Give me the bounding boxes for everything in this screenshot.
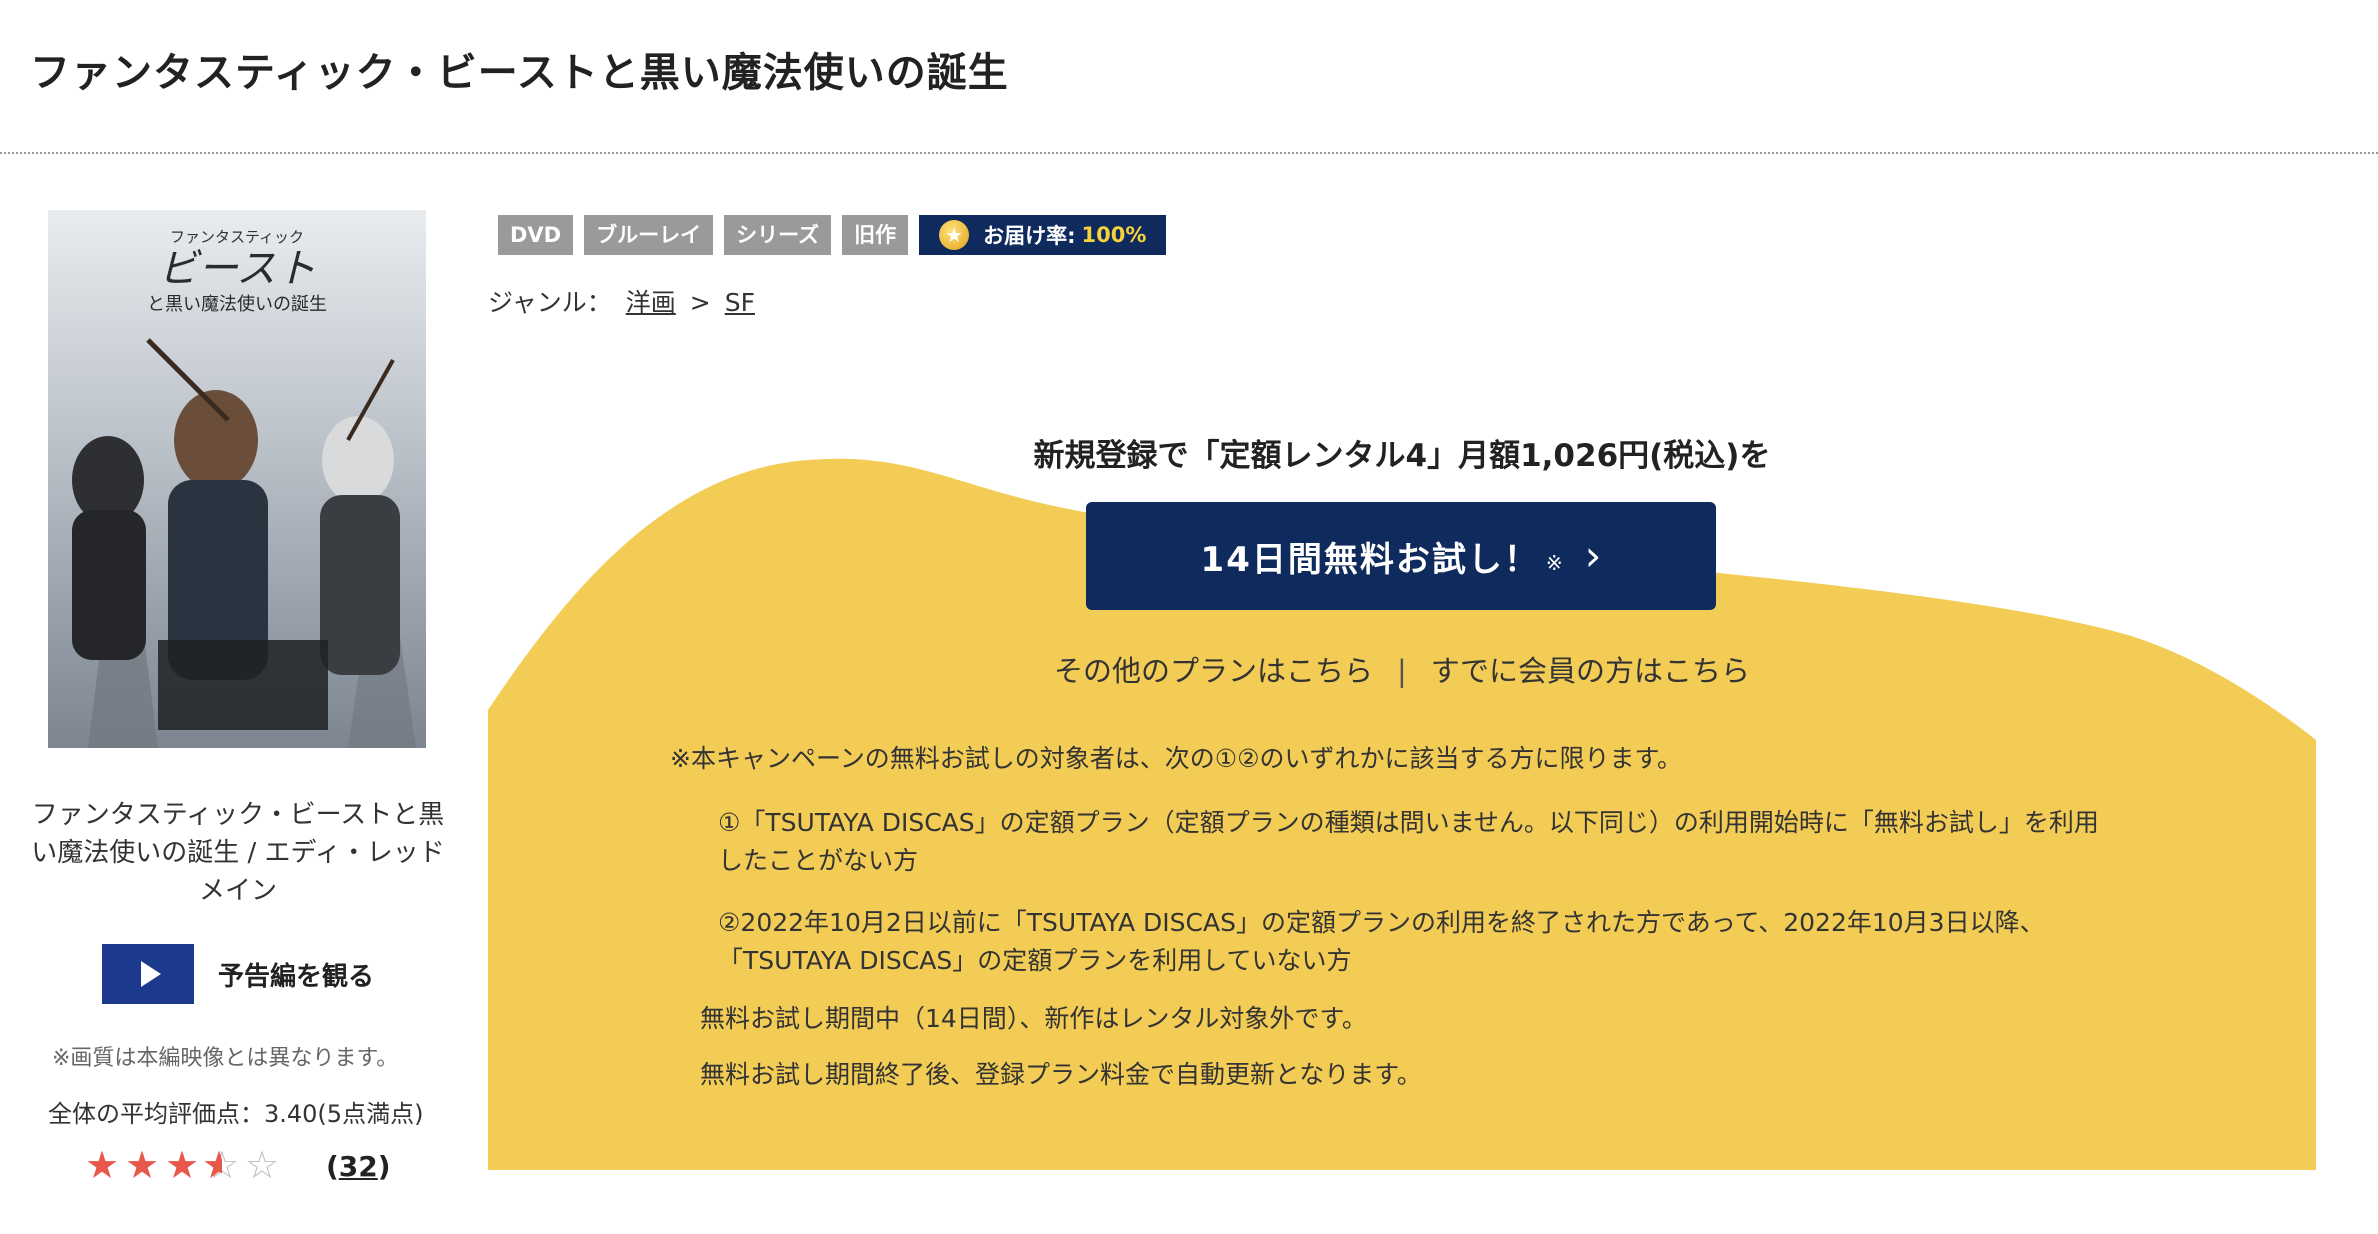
average-rating: 全体の平均評価点：3.40(5点満点) [48, 1100, 424, 1128]
delivery-rate-badge: ★ お届け率: 100% [919, 215, 1167, 255]
star-icon: ★ [124, 1143, 160, 1187]
star-rating: ★★★☆☆ [82, 1146, 282, 1186]
cover-title-small: ファンタスティック [170, 229, 304, 246]
play-icon[interactable] [102, 944, 194, 1004]
genre-link-sf[interactable]: SF [725, 288, 755, 317]
promo-headline: 新規登録で「定額レンタル4」月額1,026円(税込)を [1033, 438, 1771, 474]
note-auto-renew: 無料お試し期間終了後、登録プラン料金で自動更新となります。 [700, 1060, 1422, 1089]
trailer-label[interactable]: 予告編を観る [218, 956, 374, 993]
medal-icon: ★ [939, 220, 970, 250]
tag-series: シリーズ [724, 215, 832, 255]
tag-old: 旧作 [842, 215, 909, 255]
star-icon: ☆ [244, 1143, 280, 1187]
star-icon: ★ [84, 1143, 120, 1187]
chevron-right-icon: › [1584, 531, 1602, 580]
delivery-rate: 100% [1081, 223, 1147, 247]
trailer-button[interactable]: 予告編を観る [102, 944, 374, 1004]
cover-art: ファンタスティック ビースト と黒い魔法使いの誕生 [48, 210, 426, 748]
tag-dvd: DVD [498, 215, 574, 255]
genre-separator: > [689, 288, 711, 317]
note-new-release: 無料お試し期間中（14日間）、新作はレンタル対象外です。 [700, 1004, 1367, 1033]
star-icon: ☆ [202, 1146, 242, 1186]
delivery-label: お届け率: [983, 224, 1076, 248]
member-login-link[interactable]: すでに会員の方はこちら [1431, 654, 1750, 688]
other-plans-link[interactable]: その他のプランはこちら [1054, 654, 1373, 688]
genre-link-foreign[interactable]: 洋画 [626, 288, 676, 317]
page-title: ファンタスティック・ビーストと黒い魔法使いの誕生 [30, 50, 1009, 96]
note-condition-2: ②2022年10月2日以前に「TSUTAYA DISCAS」の定額プランの利用を… [718, 908, 2045, 975]
promo-section: 新規登録で「定額レンタル4」月額1,026円(税込)を 14日間無料お試し！ ※… [488, 430, 2316, 1170]
quality-note: ※画質は本編映像とは異なります。 [52, 1046, 399, 1071]
rating-row: ★★★☆☆ (32) [82, 1146, 391, 1186]
note-intro: ※本キャンペーンの無料お試しの対象者は、次の①②のいずれかに該当する方に限ります… [670, 744, 1683, 773]
genre-label: ジャンル： [488, 288, 612, 317]
tag-list: DVD ブルーレイ シリーズ 旧作 ★ お届け率: 100% [498, 215, 1167, 255]
title-divider [0, 152, 2378, 154]
tag-bluray: ブルーレイ [584, 215, 714, 255]
cover-title-sub: と黒い魔法使いの誕生 [147, 294, 327, 314]
cover-image[interactable]: ファンタスティック ビースト と黒い魔法使いの誕生 [48, 210, 426, 748]
plan-links-separator: | [1396, 654, 1407, 688]
review-count-link[interactable]: 32 [339, 1150, 378, 1183]
cover-caption: ファンタスティック・ビーストと黒い魔法使いの誕生 / エディ・レッドメイン [31, 800, 445, 906]
free-trial-button[interactable]: 14日間無料お試し！ ※ › [1086, 502, 1716, 610]
cover-title-main: ビースト [158, 246, 316, 291]
free-trial-label[interactable]: 14日間無料お試し！ [1201, 532, 1540, 581]
genre-breadcrumb: ジャンル： 洋画 > SF [488, 283, 769, 319]
free-trial-note-mark: ※ [1545, 551, 1563, 575]
star-icon: ★ [164, 1143, 200, 1187]
plan-links: その他のプランはこちら | すでに会員の方はこちら [488, 648, 2316, 690]
campaign-notes: ※本キャンペーンの無料お試しの対象者は、次の①②のいずれかに該当する方に限ります… [670, 742, 2120, 1092]
note-condition-1: ①「TSUTAYA DISCAS」の定額プラン（定額プランの種類は問いません。以… [718, 808, 2099, 875]
review-count[interactable]: (32) [326, 1150, 391, 1183]
